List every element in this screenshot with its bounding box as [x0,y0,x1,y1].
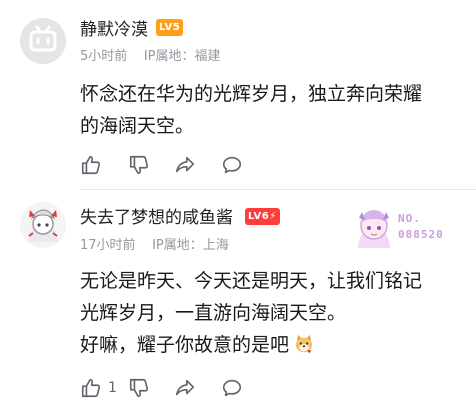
reply-button[interactable] [221,153,243,177]
comment-text: 无论是昨天、今天还是明天，让我们铭记 光辉岁月，一直游向海阔天空。 好嘛，耀子你… [80,265,465,361]
reply-button[interactable] [221,376,243,400]
character-badge-icon [358,210,390,248]
default-avatar-icon [20,18,66,64]
dislike-icon [129,378,149,398]
comment-line: 怀念还在华为的光辉岁月，独立奔向荣耀 [80,83,423,105]
comment-line: 的海阔天空。 [80,115,195,137]
like-count: 1 [108,380,117,396]
comment-time: 17小时前 [80,238,136,253]
like-icon [81,378,101,398]
dislike-button[interactable] [128,153,150,177]
fan-badge[interactable]: NO. 088520 [352,202,470,256]
badge-label: NO. [398,212,421,225]
level-badge: LV5 [156,19,184,36]
share-button[interactable] [174,153,196,177]
ip-location: IP属地：上海 [152,238,229,253]
comment-meta: 5小时前 IP属地：福建 [80,45,221,64]
like-button[interactable] [80,153,108,177]
dislike-button[interactable] [128,376,150,400]
ip-location: IP属地：福建 [143,49,221,64]
share-button[interactable] [174,376,196,400]
reply-icon [222,156,242,174]
comment-item: 静默冷漠 LV5 5小时前 IP属地：福建 怀念还在华为的光辉岁月，独立奔向荣耀… [0,0,476,190]
comment-item: 失去了梦想的咸鱼酱 LV6⚡ 17小时前 IP属地：上海 NO. 088520 … [0,192,476,412]
comment-time: 5小时前 [80,49,128,64]
avatar[interactable] [20,202,66,248]
level-badge: LV6⚡ [245,208,280,225]
username[interactable]: 静默冷漠 [80,15,148,40]
comment-text: 怀念还在华为的光辉岁月，独立奔向荣耀 的海阔天空。 [80,78,465,142]
badge-number: 088520 [398,228,444,241]
comment-line: 无论是昨天、今天还是明天，让我们铭记 [80,270,423,292]
divider [80,189,476,190]
reply-icon [222,379,242,397]
share-icon [175,156,195,173]
username[interactable]: 失去了梦想的咸鱼酱 [80,203,233,228]
like-button[interactable]: 1 [80,376,117,400]
doge-emoji-icon [295,334,313,354]
comment-meta: 17小时前 IP属地：上海 [80,234,229,253]
avatar[interactable] [20,18,66,64]
comment-line: 光辉岁月，一直游向海阔天空。 [80,302,347,324]
anime-girl-avatar-icon [20,202,66,248]
comment-line: 好嘛，耀子你故意的是吧 [80,329,465,361]
like-icon [81,155,101,175]
share-icon [175,379,195,396]
lightning-icon: ⚡ [269,211,277,222]
dislike-icon [129,155,149,175]
